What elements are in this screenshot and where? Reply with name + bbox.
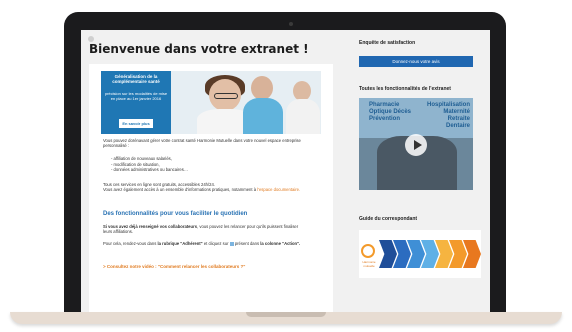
features-title: Toutes les fonctionnalités de l'extranet <box>359 86 451 92</box>
intro-text: Vous pouvez dorénavant gérer votre contr… <box>103 138 301 149</box>
main-content: Généralisation de la complémentaire sant… <box>89 64 333 312</box>
guide-chevron-shape <box>379 240 397 268</box>
howto-text: Pour cela, rendez-vous dans la rubrique … <box>103 241 313 246</box>
services-text: Tous ces services en ligne sont gratuits… <box>103 182 313 193</box>
howto-part-1: Pour cela, rendez-vous dans <box>103 241 157 246</box>
video-word: Optique Décès <box>369 109 412 115</box>
guide-logo-text: Harmonie mutuelle <box>362 260 376 268</box>
laptop-notch <box>246 312 326 317</box>
video-cta-link[interactable]: > Consultez notre vidéo : "Comment relan… <box>103 264 245 269</box>
howto-part-3: présent dans <box>234 241 260 246</box>
hero-promo-subtitle: précision sur les modalités de mise en p… <box>104 91 168 101</box>
glasses-shape <box>214 93 238 99</box>
guide-title: Guide du correspondant <box>359 216 418 222</box>
documentation-link[interactable]: l'espace documentaire. <box>257 187 300 192</box>
video-word: Dentaire <box>446 123 471 129</box>
page-title: Bienvenue dans votre extranet ! <box>89 42 309 56</box>
video-word: Retraite <box>447 116 471 122</box>
survey-title: Enquête de satisfaction <box>359 40 416 46</box>
services-line-2: Vous avez également accès à un ensemble … <box>103 187 257 193</box>
person-image <box>251 76 273 100</box>
learn-more-button[interactable]: En savoir plus <box>119 119 153 128</box>
services-list: - affiliation de nouveaux salariés, - mo… <box>111 156 188 173</box>
hero-promo-title: Généralisation de la complémentaire sant… <box>112 74 160 84</box>
hero-banner: Généralisation de la complémentaire sant… <box>101 71 321 134</box>
video-word: Pharmacie <box>369 102 400 108</box>
hero-promo-box: Généralisation de la complémentaire sant… <box>101 71 171 134</box>
person-image <box>243 98 283 134</box>
action-square-icon <box>229 241 234 246</box>
adherent-rubric: la rubrique "Adhérent" <box>157 241 203 246</box>
video-words-left: Pharmacie Optique Décès Prévention <box>369 102 411 123</box>
howto-part-2: et cliquez sur <box>203 241 229 246</box>
video-words-right: Hospitalisation Maternité Retraite Denta… <box>427 102 470 130</box>
harmonie-logo-icon <box>361 244 375 258</box>
relance-text: Si vous avez déjà renseigné vos collabor… <box>103 224 308 235</box>
video-word: Maternité <box>443 109 471 115</box>
services-line-1: Tous ces services en ligne sont gratuits… <box>103 182 215 187</box>
person-image <box>286 99 320 134</box>
person-image <box>293 81 311 101</box>
video-word: Prévention <box>369 116 401 122</box>
give-feedback-button[interactable]: Donnez-nous votre avis <box>359 56 473 67</box>
relance-bold: Si vous avez déjà renseigné vos collabor… <box>103 224 198 229</box>
features-video[interactable]: Pharmacie Optique Décès Prévention Hospi… <box>359 98 473 190</box>
extranet-screen: Bienvenue dans votre extranet ! Générali… <box>81 30 490 312</box>
video-word: Hospitalisation <box>427 102 471 108</box>
play-icon[interactable] <box>405 134 427 156</box>
list-item: - données administratives ou bancaires… <box>111 167 189 173</box>
guide-banner[interactable]: Harmonie mutuelle <box>359 230 481 278</box>
play-triangle <box>414 140 422 150</box>
camera-icon <box>289 22 293 26</box>
action-column: la colonne "Action". <box>260 241 301 246</box>
features-section-title: Des fonctionnalités pour vous faciliter … <box>103 211 248 217</box>
